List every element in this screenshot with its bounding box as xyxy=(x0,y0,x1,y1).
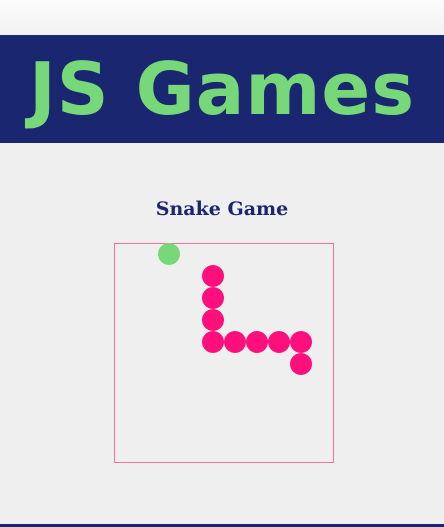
snake-segment xyxy=(202,309,224,331)
game-title: Snake Game xyxy=(155,198,289,220)
site-header: JS Games xyxy=(0,35,444,143)
snake-segment xyxy=(202,287,224,309)
snake-segment xyxy=(224,331,246,353)
browser-top-strip xyxy=(0,0,444,35)
snake-segment xyxy=(246,331,268,353)
snake-segment xyxy=(202,265,224,287)
game-board[interactable] xyxy=(114,243,334,463)
snake-segment xyxy=(290,331,312,353)
food-pellet xyxy=(158,243,180,265)
snake-segment xyxy=(268,331,290,353)
snake-segment xyxy=(202,331,224,353)
snake-head xyxy=(290,353,312,375)
site-title: JS Games xyxy=(28,47,416,131)
main-content: Snake Game xyxy=(0,143,444,524)
